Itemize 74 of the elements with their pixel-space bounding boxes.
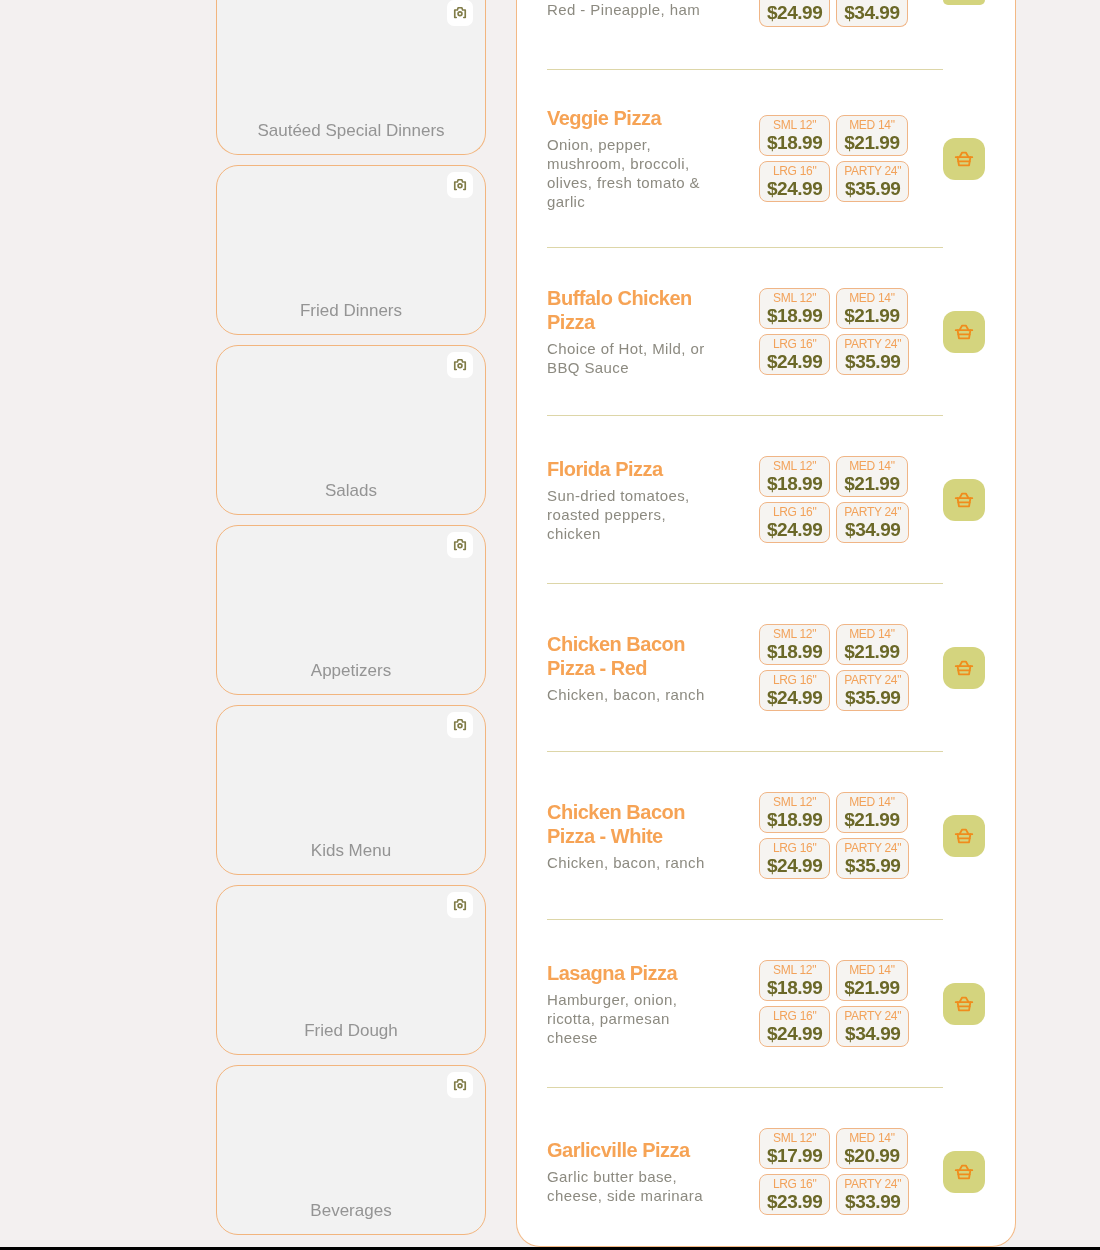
category-label: Sautéed Special Dinners (256, 121, 446, 141)
item-title: Veggie Pizza (547, 106, 663, 130)
item-description: Onion, pepper, mushroom, broccoli, olives, fresh tomato & garlic (547, 135, 702, 211)
camera-icon (447, 532, 473, 558)
item-title: Buffalo Chicken Pizza (547, 286, 693, 334)
price-option[interactable]: SML 12" $18.99 (759, 792, 831, 833)
price-option[interactable]: LRG 16" $24.99 (759, 161, 831, 202)
price-option[interactable]: LRG 16" $23.99 (759, 1174, 831, 1215)
item-description: Chicken, bacon, ranch (547, 684, 706, 704)
price-option[interactable]: MED 14" $21.99 (836, 792, 908, 833)
camera-icon (447, 172, 473, 198)
price-option[interactable]: MED 14" $21.99 (836, 288, 908, 329)
basket-button[interactable] (943, 982, 985, 1025)
item-description: Garlic butter base, cheese, side marinara (547, 1167, 704, 1205)
basket-button[interactable] (943, 478, 985, 521)
price-option[interactable]: SML 12" $18.99 (759, 115, 831, 156)
price-option[interactable]: $34.99 (836, 0, 908, 27)
item-title: Chicken Bacon Pizza - White (547, 799, 686, 848)
item-title: Lasagna Pizza (547, 960, 679, 985)
category-card[interactable]: Sautéed Special Dinners (216, 0, 486, 155)
item-description: Choice of Hot, Mild, or BBQ Sauce (547, 339, 706, 377)
camera-icon (447, 0, 473, 26)
camera-icon (447, 712, 473, 738)
price-option[interactable]: SML 12" $18.99 (759, 624, 831, 665)
basket-button[interactable] (943, 1150, 985, 1193)
price-option[interactable]: SML 12" $18.99 (759, 960, 831, 1001)
camera-icon (447, 1072, 473, 1098)
price-option[interactable]: PARTY 24" $33.99 (836, 1174, 910, 1215)
price-option[interactable]: LRG 16" $24.99 (759, 502, 831, 543)
item-title: Chicken Bacon Pizza - Red (547, 631, 686, 680)
price-option[interactable]: SML 12" $17.99 (759, 1128, 831, 1169)
basket-button[interactable] (943, 137, 985, 180)
item-description: Chicken, bacon, ranch (547, 852, 706, 872)
basket-button[interactable] (943, 310, 985, 353)
price-option[interactable]: PARTY 24" $35.99 (836, 670, 910, 711)
category-label: Kids Menu (309, 841, 393, 861)
price-option[interactable]: $24.99 (759, 0, 831, 27)
price-option[interactable]: PARTY 24" $35.99 (836, 838, 910, 879)
price-option[interactable]: MED 14" $21.99 (836, 456, 908, 497)
category-label: Beverages (309, 1201, 393, 1221)
camera-icon (447, 892, 473, 918)
price-option[interactable]: MED 14" $21.99 (836, 115, 908, 156)
item-description: Sun-dried tomatoes, roasted peppers, chicken (547, 485, 691, 543)
price-option[interactable]: LRG 16" $24.99 (759, 670, 831, 711)
basket-button[interactable] (943, 0, 985, 5)
price-option[interactable]: PARTY 24" $35.99 (836, 161, 910, 202)
item-title: Florida Pizza (547, 456, 665, 481)
price-option[interactable]: LRG 16" $24.99 (759, 334, 831, 375)
price-option[interactable]: MED 14" $21.99 (836, 624, 908, 665)
price-option[interactable]: MED 14" $21.99 (836, 960, 908, 1001)
price-option[interactable]: PARTY 24" $34.99 (836, 502, 910, 543)
item-title: Garlicville Pizza (547, 1138, 692, 1162)
category-card[interactable]: Kids Menu (216, 705, 486, 875)
camera-icon (447, 352, 473, 378)
price-option[interactable]: PARTY 24" $34.99 (836, 1006, 910, 1047)
category-label: Appetizers (309, 661, 393, 681)
category-card[interactable]: Appetizers (216, 525, 486, 695)
category-label: Salads (324, 481, 378, 501)
price-option[interactable]: SML 12" $18.99 (759, 288, 831, 329)
category-card[interactable]: Fried Dinners (216, 165, 486, 335)
category-card[interactable]: Beverages (216, 1065, 486, 1235)
category-label: Fried Dinners (298, 301, 403, 321)
category-card[interactable]: Salads (216, 345, 486, 515)
item-description: Hamburger, onion, ricotta, parmesan cheese (547, 989, 679, 1047)
price-option[interactable]: MED 14" $20.99 (836, 1128, 908, 1169)
price-option[interactable]: PARTY 24" $35.99 (836, 334, 910, 375)
price-option[interactable]: LRG 16" $24.99 (759, 1006, 831, 1047)
category-card[interactable]: Fried Dough (216, 885, 486, 1055)
price-option[interactable]: SML 12" $18.99 (759, 456, 831, 497)
basket-button[interactable] (943, 814, 985, 857)
category-label: Fried Dough (303, 1021, 399, 1041)
basket-button[interactable] (943, 646, 985, 689)
item-description: Red - Pineapple, ham (547, 0, 702, 19)
price-option[interactable]: LRG 16" $24.99 (759, 838, 831, 879)
